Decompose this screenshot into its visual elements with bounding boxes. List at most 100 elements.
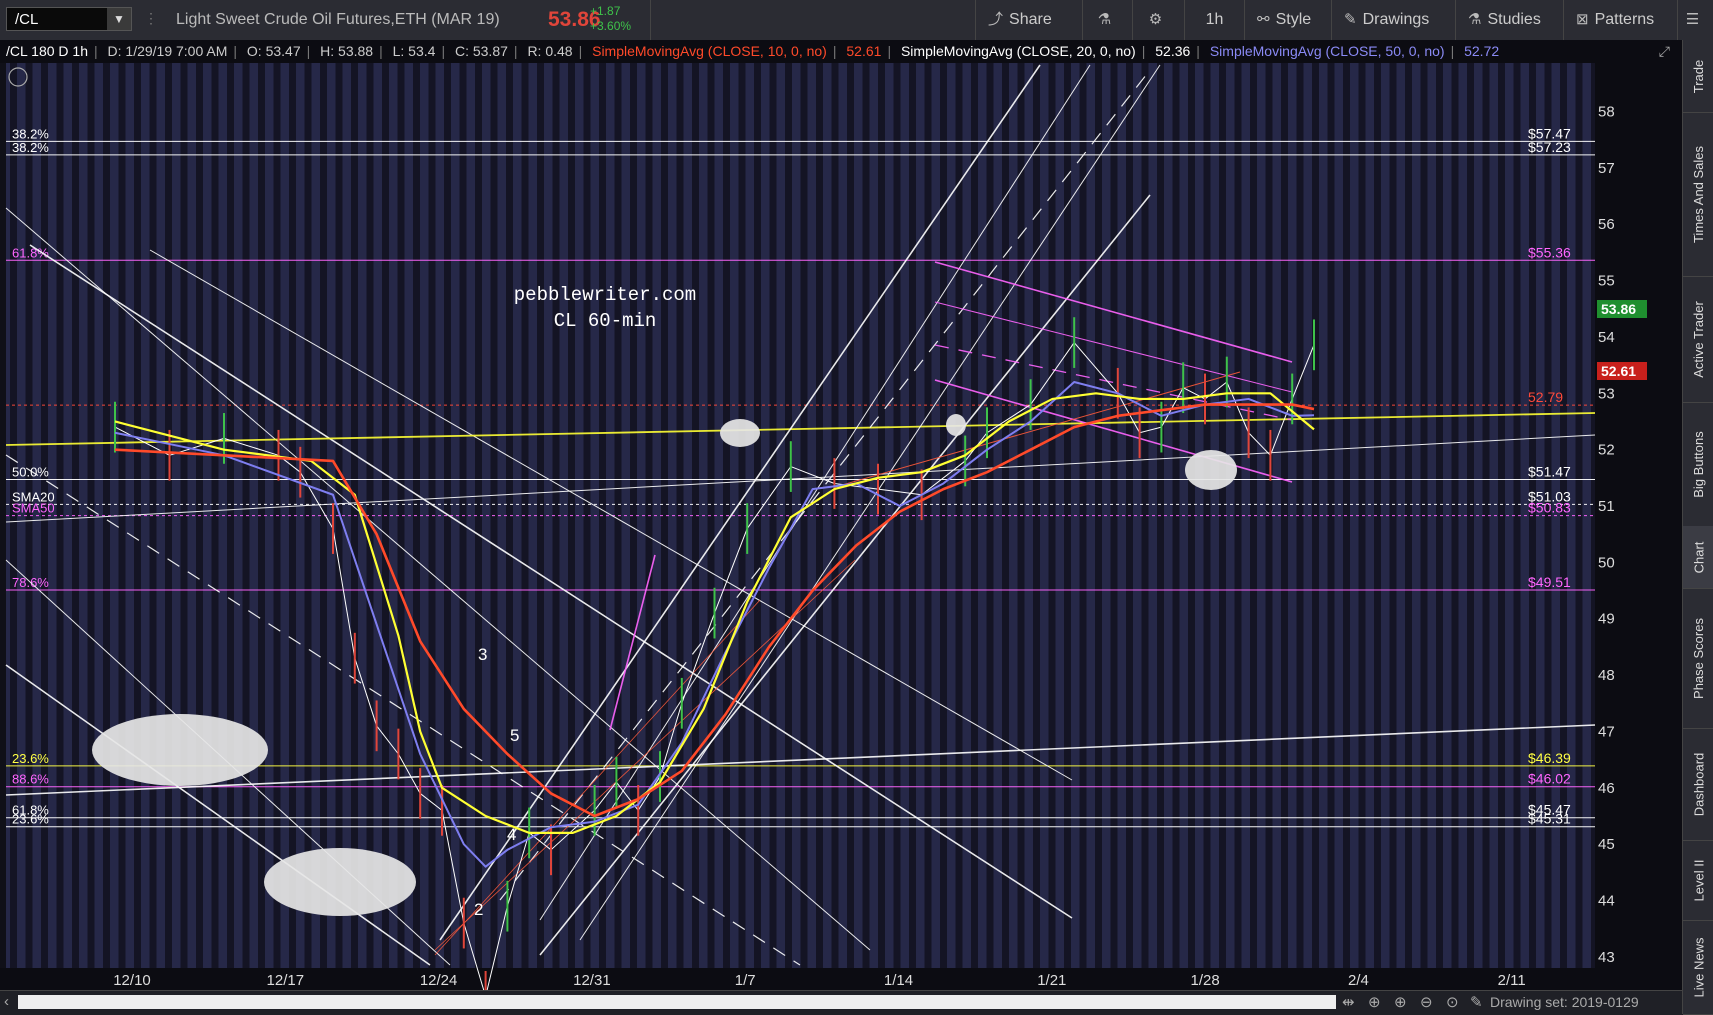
wave-label: 5 (510, 726, 519, 745)
last-price-badge-text: 53.86 (1601, 301, 1636, 317)
tab-phase-scores[interactable]: Phase Scores (1683, 588, 1713, 729)
right-sidebar: Trade Times And Sales Active Trader Big … (1682, 40, 1713, 1015)
expand-icon[interactable]: ⤢ (1659, 40, 1670, 63)
bar-close: C: 53.87 (454, 43, 508, 59)
highlight-oval (1185, 450, 1237, 490)
highlight-oval (946, 414, 966, 436)
tab-times-and-sales-label: Times And Sales (1691, 145, 1706, 243)
zoom-reset-icon[interactable]: ⊙ (1446, 993, 1459, 1011)
wave-label: 2 (474, 900, 483, 919)
chart-title: pebblewriter.com (514, 284, 696, 306)
share-button[interactable]: ⤴ Share (975, 0, 1082, 40)
tab-chart[interactable]: Chart (1683, 526, 1713, 589)
time-scrollbar[interactable] (18, 995, 1336, 1009)
zoom-out-icon[interactable]: ⊖ (1420, 993, 1433, 1011)
y-tick-label: 56 (1598, 216, 1615, 233)
tab-level-ii[interactable]: Level II (1683, 840, 1713, 921)
highlight-oval (264, 848, 416, 916)
tab-active-trader[interactable]: Active Trader (1683, 276, 1713, 403)
studies-label: Studies (1487, 11, 1541, 28)
drawings-label: Drawings (1362, 11, 1430, 28)
y-tick-label: 46 (1598, 780, 1615, 797)
y-tick-label: 47 (1598, 723, 1615, 740)
y-tick-label: 52 (1598, 442, 1615, 459)
scrollbar-thumb[interactable] (18, 995, 1336, 1009)
wave-label: 4 (507, 825, 516, 844)
menu-button[interactable]: ☰ (1677, 0, 1713, 40)
sma10-label: SimpleMovingAvg (CLOSE, 10, 0, no) (592, 43, 827, 59)
tab-level-ii-label: Level II (1691, 859, 1707, 901)
level-right-label: $46.02 (1528, 771, 1571, 787)
tab-trade-label: Trade (1691, 59, 1707, 93)
tab-dashboard[interactable]: Dashboard (1683, 728, 1713, 841)
symbol-selector[interactable]: /CL ▼ (6, 7, 132, 31)
y-tick-label: 51 (1598, 498, 1615, 515)
y-tick-label: 43 (1598, 949, 1615, 966)
y-tick-label: 50 (1598, 554, 1615, 571)
x-tick-label: 2/11 (1498, 972, 1526, 989)
level-right-label: $51.47 (1528, 464, 1571, 480)
crosshair-icon[interactable]: ⊕ (1368, 993, 1381, 1011)
sma-price-badge-text: 52.61 (1601, 363, 1636, 379)
level-right-label: $45.31 (1528, 811, 1571, 827)
collapse-icon[interactable]: ⇹ (1342, 993, 1355, 1011)
settings-button[interactable]: ⚙ (1132, 0, 1184, 40)
x-tick-label: 12/17 (267, 972, 305, 989)
timeframe-button[interactable]: 1h (1184, 0, 1244, 40)
patterns-button[interactable]: ⊠ Patterns (1563, 0, 1677, 40)
drawings-button[interactable]: ✎ Drawings (1331, 0, 1455, 40)
chart-canvas[interactable]: 4344454647484950515253545556575812/10 12/… (0, 40, 1682, 990)
y-tick-label: 54 (1598, 329, 1615, 346)
bar-open: O: 53.47 (246, 43, 301, 59)
y-tick-label: 44 (1598, 893, 1615, 910)
y-axis-panel (1595, 63, 1682, 968)
y-tick-label: 48 (1598, 667, 1615, 684)
x-tick-label: 12/31 (573, 972, 611, 989)
gear-icon: ⚙ (1148, 11, 1163, 28)
chevron-down-icon[interactable]: ▼ (107, 8, 131, 30)
x-tick-label: 12/10 (113, 972, 151, 989)
level-right-label: 52.79 (1528, 389, 1563, 405)
tab-trade[interactable]: Trade (1683, 40, 1713, 113)
tab-live-news-label: Live News (1691, 937, 1706, 997)
x-tick-label: 1/28 (1190, 972, 1219, 989)
y-tick-label: 45 (1598, 836, 1615, 853)
tab-live-news[interactable]: Live News (1683, 920, 1713, 1015)
patterns-label: Patterns (1594, 11, 1655, 28)
y-tick-label: 57 (1598, 160, 1615, 177)
highlight-oval (720, 419, 760, 447)
tab-active-trader-label: Active Trader (1691, 300, 1706, 378)
x-tick-label: 2/4 (1348, 972, 1369, 989)
top-toolbar: /CL ▼ ⋮ Light Sweet Crude Oil Futures,ET… (0, 0, 1713, 41)
level-left-label: 23.6% (12, 812, 49, 827)
sma50-label: SimpleMovingAvg (CLOSE, 50, 0, no) (1209, 43, 1445, 59)
drag-handle-icon[interactable]: ⋮ (144, 10, 158, 30)
y-tick-label: 53 (1598, 385, 1615, 402)
drawing-set-label[interactable]: Drawing set: 2019-0129 (1490, 994, 1639, 1010)
tab-chart-label: Chart (1691, 541, 1707, 573)
zoom-in-icon[interactable]: ⊕ (1394, 993, 1407, 1011)
scroll-left-icon[interactable]: ‹ (4, 993, 9, 1010)
flask-icon: ⚗ (1468, 11, 1482, 28)
style-icon: ⚯ (1257, 11, 1270, 28)
change-percent: +3.60% (590, 19, 632, 33)
level-left-label: SMA50 (12, 501, 55, 516)
sma20-label: SimpleMovingAvg (CLOSE, 20, 0, no) (900, 43, 1136, 59)
studies-button[interactable]: ⚗ Studies (1455, 0, 1563, 40)
timeframe-label: 1h (1205, 11, 1224, 28)
tab-times-and-sales[interactable]: Times And Sales (1683, 112, 1713, 277)
level-right-label: $46.39 (1528, 750, 1571, 766)
style-button[interactable]: ⚯ Style (1244, 0, 1331, 40)
bar-high: H: 53.88 (320, 43, 374, 59)
bar-date: D: 1/29/19 7:00 AM (107, 43, 228, 59)
pencil-icon[interactable]: ✎ (1470, 993, 1483, 1011)
x-tick-label: 1/14 (884, 972, 913, 989)
level-left-label: 50.0% (12, 465, 49, 480)
flask-button[interactable]: ⚗ (1082, 0, 1132, 40)
tab-big-buttons[interactable]: Big Buttons (1683, 402, 1713, 527)
chart-symbol-period: /CL 180 D 1h (6, 43, 88, 59)
price-chart[interactable]: 43 44 45 46 47 48 49 50 51 52 53 54 55 56 57 58 12/10 12/… (0, 40, 1682, 990)
chart-subtitle: CL 60-min (554, 310, 657, 332)
flask-icon: ⚗ (1097, 11, 1112, 28)
level-left-label: 61.8% (12, 245, 49, 260)
